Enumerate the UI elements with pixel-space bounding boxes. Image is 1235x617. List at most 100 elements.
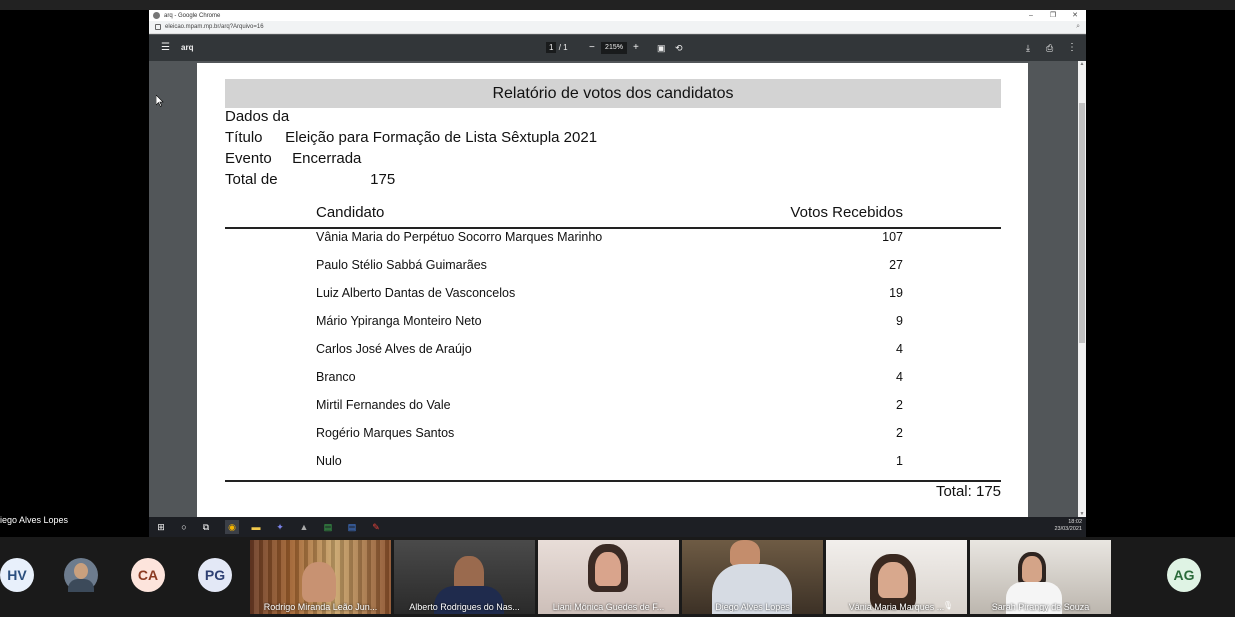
participant-photo-avatar[interactable] — [64, 558, 98, 592]
scroll-up-icon[interactable]: ▲ — [1079, 61, 1085, 67]
dados-label: Dados da — [225, 108, 290, 125]
titulo-label: Título — [225, 129, 263, 146]
table-row: Paulo Stélio Sabbá Guimarães 27 — [225, 255, 1001, 283]
participant-video-tile[interactable]: Sarah Pirangy de Souza — [970, 540, 1111, 614]
file-explorer-icon[interactable]: ▬ — [249, 520, 263, 534]
participant-avatar[interactable]: CA — [131, 558, 165, 592]
clock-time: 18:02 — [1068, 519, 1082, 525]
participant-video-tile[interactable]: Vânia Maria Marques ... 🎙 — [826, 540, 967, 614]
chrome-window: arq - Google Chrome – ❐ ✕ eleicao.mpam.m… — [149, 10, 1086, 517]
page-number-input[interactable]: 1 — [546, 42, 557, 53]
tab-favicon-icon — [153, 12, 160, 19]
avatar-initials: AG — [1173, 567, 1195, 583]
vote-count: 1 — [896, 454, 903, 468]
column-header-votes: Votos Recebidos — [790, 204, 903, 221]
window-title: arq - Google Chrome — [164, 12, 221, 19]
muted-mic-icon: 🎙 — [942, 601, 953, 610]
document-icon[interactable]: ▤ — [345, 520, 359, 534]
avatar-initials: PG — [204, 567, 226, 583]
candidate-name: Carlos José Alves de Araújo — [316, 342, 472, 356]
minimize-icon[interactable]: – — [1020, 10, 1042, 21]
chrome-icon[interactable]: ◉ — [225, 520, 239, 534]
print-icon[interactable]: ⎙ — [1046, 35, 1053, 61]
candidate-name: Vânia Maria do Perpétuo Socorro Marques … — [316, 230, 603, 244]
task-view-icon[interactable]: ⧉ — [199, 520, 213, 534]
participant-video-tile[interactable]: Rodrigo Miranda Leão Jun... — [250, 540, 391, 614]
table-row: Nulo 1 — [225, 451, 1001, 479]
participant-name: Sarah Pirangy de Souza — [991, 602, 1090, 612]
menu-icon[interactable]: ☰ — [161, 35, 170, 61]
participant-name: Rodrigo Miranda Leão Jun... — [263, 602, 378, 612]
participant-name: Alberto Rodrigues do Nas... — [409, 602, 520, 612]
pdf-viewport[interactable]: Relatório de votos dos candidatos Dados … — [149, 61, 1078, 517]
document-name: arq — [181, 43, 194, 52]
participant-figure — [730, 540, 760, 566]
participant-video-tile[interactable]: Diego Alves Lopes — [682, 540, 823, 614]
candidate-name: Branco — [316, 370, 356, 384]
vote-count: 4 — [896, 342, 903, 356]
zoom-level[interactable]: 215% — [601, 42, 627, 54]
participant-avatar[interactable]: HV — [0, 558, 34, 592]
page-total: 1 — [563, 43, 568, 52]
page-indicator: 1 / 1 — [546, 35, 568, 61]
participant-video-tile[interactable]: Alberto Rodrigues do Nas... — [394, 540, 535, 614]
rotate-icon[interactable]: ⟲ — [675, 35, 683, 61]
evento-row: Evento Encerrada — [225, 150, 361, 167]
participant-figure — [1022, 556, 1042, 582]
zoom-in-icon[interactable]: + — [633, 35, 639, 61]
windows-start-icon[interactable]: ⊞ — [154, 520, 168, 534]
more-options-icon[interactable]: ⋮ — [1067, 35, 1077, 61]
participant-figure — [878, 562, 908, 598]
table-row: Mário Ypiranga Monteiro Neto 9 — [225, 311, 1001, 339]
total-value: 175 — [370, 171, 396, 188]
table-bottom-rule — [225, 480, 1001, 482]
participant-figure — [302, 562, 336, 602]
app-triangle-icon[interactable]: ▲ — [297, 520, 311, 534]
spreadsheet-icon[interactable]: ▤ — [321, 520, 335, 534]
scrollbar-thumb[interactable] — [1079, 103, 1085, 343]
zoom-out-icon[interactable]: − — [589, 35, 595, 61]
participant-video-tile[interactable]: Liani Mônica Guedes de F... — [538, 540, 679, 614]
vote-count: 4 — [896, 370, 903, 384]
participant-avatar[interactable]: PG — [198, 558, 232, 592]
evento-label: Evento — [225, 150, 272, 167]
table-row: Rogério Marques Santos 2 — [225, 423, 1001, 451]
vertical-scrollbar[interactable]: ▲ ▼ — [1078, 61, 1086, 517]
search-icon[interactable]: ⌕ — [1076, 23, 1080, 31]
close-icon[interactable]: ✕ — [1064, 10, 1086, 21]
maximize-icon[interactable]: ❐ — [1042, 10, 1064, 21]
address-bar[interactable]: eleicao.mpam.mp.br/arq?Arquivo=16 ⌕ — [149, 21, 1086, 34]
avatar-face — [74, 563, 88, 579]
vote-count: 2 — [896, 426, 903, 440]
results-table: Vânia Maria do Perpétuo Socorro Marques … — [225, 227, 1001, 479]
column-header-candidate: Candidato — [316, 204, 385, 221]
table-row: Vânia Maria do Perpétuo Socorro Marques … — [225, 227, 1001, 255]
vote-count: 2 — [896, 398, 903, 412]
total-row: Total de 175 — [225, 171, 395, 188]
candidate-name: Paulo Stélio Sabbá Guimarães — [316, 258, 487, 272]
pdf-page: Relatório de votos dos candidatos Dados … — [197, 63, 1028, 517]
download-icon[interactable]: ⤓ — [1026, 35, 1030, 61]
fit-page-icon[interactable]: ▣ — [657, 35, 666, 61]
evento-value: Encerrada — [292, 150, 362, 167]
total-footer: Total: 175 — [935, 483, 1001, 500]
windows-taskbar: ⊞ ○ ⧉ ◉ ▬ ✦ ▲ ▤ ▤ ✎ 18:02 23/03/2021 — [149, 517, 1086, 537]
participant-name: Liani Mônica Guedes de F... — [552, 602, 665, 612]
participant-name: Diego Alves Lopes — [715, 602, 790, 612]
dados-row: Dados da — [225, 108, 289, 125]
participant-figure — [595, 552, 621, 586]
candidate-name: Luiz Alberto Dantas de Vasconcelos — [316, 286, 516, 300]
teams-icon[interactable]: ✦ — [273, 520, 287, 534]
participant-strip: HV CA PG Rodrigo Miranda Leão Jun... Alb… — [0, 537, 1235, 617]
participant-avatar[interactable]: AG — [1167, 558, 1201, 592]
pdf-reader-icon[interactable]: ✎ — [369, 520, 383, 534]
shared-screen: arq - Google Chrome – ❐ ✕ eleicao.mpam.m… — [0, 0, 1235, 537]
url-text[interactable]: eleicao.mpam.mp.br/arq?Arquivo=16 — [165, 24, 264, 30]
search-circle-icon[interactable]: ○ — [177, 520, 191, 534]
candidate-name: Nulo — [316, 454, 342, 468]
vote-count: 27 — [889, 258, 903, 272]
table-row: Mirtil Fernandes do Vale 2 — [225, 395, 1001, 423]
lock-icon — [155, 24, 161, 30]
candidate-name: Rogério Marques Santos — [316, 426, 455, 440]
titulo-value: Eleição para Formação de Lista Sêxtupla … — [285, 129, 598, 146]
